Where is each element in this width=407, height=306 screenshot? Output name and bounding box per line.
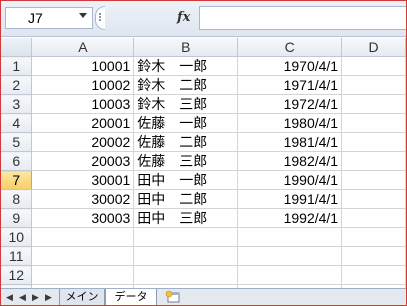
insert-sheet-icon[interactable] (165, 290, 181, 304)
cell-a[interactable]: 30003 (31, 208, 135, 228)
table-row: 12 (1, 265, 406, 285)
cell-c[interactable]: 1971/4/1 (237, 75, 343, 95)
row-header[interactable]: 8 (1, 189, 33, 209)
formula-bar-resize-handle[interactable] (95, 6, 105, 30)
sheet-tab-data[interactable]: データ (105, 289, 157, 305)
cell-c[interactable]: 1980/4/1 (237, 113, 343, 133)
cell-b[interactable] (133, 246, 239, 266)
cell-a[interactable]: 10001 (31, 56, 135, 76)
cell-c[interactable]: 1972/4/1 (237, 94, 343, 114)
cell-b[interactable] (133, 227, 239, 247)
cell-b[interactable]: 佐藤 二郎 (133, 132, 239, 152)
row-header[interactable]: 12 (1, 265, 33, 285)
cell-d[interactable] (341, 75, 406, 95)
cell-d[interactable] (341, 227, 406, 247)
table-row: 3 10003 鈴木 三郎 1972/4/1 (1, 94, 406, 114)
table-row: 2 10002 鈴木 二郎 1971/4/1 (1, 75, 406, 95)
table-row: 7 30001 田中 一郎 1990/4/1 (1, 170, 406, 190)
grid-body: 1 10001 鈴木 一郎 1970/4/1 2 10002 鈴木 二郎 1971/4/1 3 1… (1, 56, 406, 304)
cell-b[interactable]: 鈴木 三郎 (133, 94, 239, 114)
row-header[interactable]: 5 (1, 132, 33, 152)
cell-c[interactable] (237, 246, 343, 266)
cell-d[interactable] (341, 265, 406, 285)
cell-c[interactable]: 1981/4/1 (237, 132, 343, 152)
name-box-value: J7 (28, 10, 43, 26)
spreadsheet-window: J7 fx A B C D 1 10001 鈴木 一郎 1970/4/1 2 10002 鈴… (0, 0, 407, 306)
cell-d[interactable] (341, 94, 406, 114)
row-header[interactable]: 2 (1, 75, 33, 95)
row-header[interactable]: 7 (1, 170, 33, 190)
next-sheet-icon[interactable]: ▶ (30, 293, 41, 304)
table-row: 8 30002 田中 二郎 1991/4/1 (1, 189, 406, 209)
cell-b[interactable]: 田中 三郎 (133, 208, 239, 228)
table-row: 5 20002 佐藤 二郎 1981/4/1 (1, 132, 406, 152)
cell-a[interactable]: 10002 (31, 75, 135, 95)
cell-c[interactable]: 1970/4/1 (237, 56, 343, 76)
cell-d[interactable] (341, 208, 406, 228)
table-row: 4 20001 佐藤 一郎 1980/4/1 (1, 113, 406, 133)
prev-sheet-icon[interactable]: ◀ (17, 293, 28, 304)
column-header-c[interactable]: C (237, 38, 343, 57)
row-header[interactable]: 4 (1, 113, 33, 133)
row-header[interactable]: 1 (1, 56, 33, 76)
cell-b[interactable]: 佐藤 三郎 (133, 151, 239, 171)
cell-c[interactable]: 1982/4/1 (237, 151, 343, 171)
formula-input[interactable] (199, 6, 406, 30)
cell-grid: A B C D 1 10001 鈴木 一郎 1970/4/1 2 10002 鈴木 二郎 19… (1, 38, 406, 304)
formula-bar: J7 fx (1, 1, 406, 37)
cell-d[interactable] (341, 113, 406, 133)
cell-c[interactable] (237, 265, 343, 285)
select-all-corner[interactable] (1, 38, 33, 57)
table-row: 9 30003 田中 三郎 1992/4/1 (1, 208, 406, 228)
cell-a[interactable] (31, 265, 135, 285)
row-header[interactable]: 9 (1, 208, 33, 228)
last-sheet-icon[interactable]: ▶ (43, 293, 54, 304)
cell-a[interactable]: 30002 (31, 189, 135, 209)
row-header[interactable]: 3 (1, 94, 33, 114)
table-row: 11 (1, 246, 406, 266)
cell-c[interactable]: 1992/4/1 (237, 208, 343, 228)
column-header-b[interactable]: B (133, 38, 239, 57)
row-header[interactable]: 11 (1, 246, 33, 266)
sheet-tab-main[interactable]: メイン (59, 289, 105, 305)
column-header-a[interactable]: A (31, 38, 135, 57)
cell-d[interactable] (341, 246, 406, 266)
sheet-tab-label: メイン (65, 290, 99, 303)
cell-b[interactable]: 佐藤 一郎 (133, 113, 239, 133)
cell-a[interactable] (31, 227, 135, 247)
column-header-d[interactable]: D (341, 38, 406, 57)
cell-c[interactable]: 1990/4/1 (237, 170, 343, 190)
sheet-tab-label: データ (114, 290, 148, 303)
cell-a[interactable]: 20001 (31, 113, 135, 133)
cell-d[interactable] (341, 151, 406, 171)
cell-c[interactable] (237, 227, 343, 247)
cell-d[interactable] (341, 56, 406, 76)
cell-d[interactable] (341, 189, 406, 209)
cell-d[interactable] (341, 132, 406, 152)
cell-a[interactable] (31, 246, 135, 266)
cell-b[interactable]: 田中 一郎 (133, 170, 239, 190)
sheet-tab-bar: ◀ ◀ ▶ ▶ メイン データ (1, 288, 406, 305)
row-header[interactable]: 6 (1, 151, 33, 171)
cell-b[interactable]: 田中 二郎 (133, 189, 239, 209)
cell-c[interactable]: 1991/4/1 (237, 189, 343, 209)
cell-d[interactable] (341, 170, 406, 190)
cell-a[interactable]: 10003 (31, 94, 135, 114)
cell-a[interactable]: 20002 (31, 132, 135, 152)
name-box[interactable]: J7 (5, 7, 93, 29)
insert-function-icon[interactable]: fx (177, 10, 190, 25)
cell-a[interactable]: 20003 (31, 151, 135, 171)
chevron-down-icon[interactable] (79, 13, 87, 18)
table-row: 6 20003 佐藤 三郎 1982/4/1 (1, 151, 406, 171)
cell-b[interactable] (133, 265, 239, 285)
cell-b[interactable]: 鈴木 一郎 (133, 56, 239, 76)
cell-b[interactable]: 鈴木 二郎 (133, 75, 239, 95)
first-sheet-icon[interactable]: ◀ (4, 293, 15, 304)
table-row: 1 10001 鈴木 一郎 1970/4/1 (1, 56, 406, 76)
cell-a[interactable]: 30001 (31, 170, 135, 190)
table-row: 10 (1, 227, 406, 247)
row-header[interactable]: 10 (1, 227, 33, 247)
